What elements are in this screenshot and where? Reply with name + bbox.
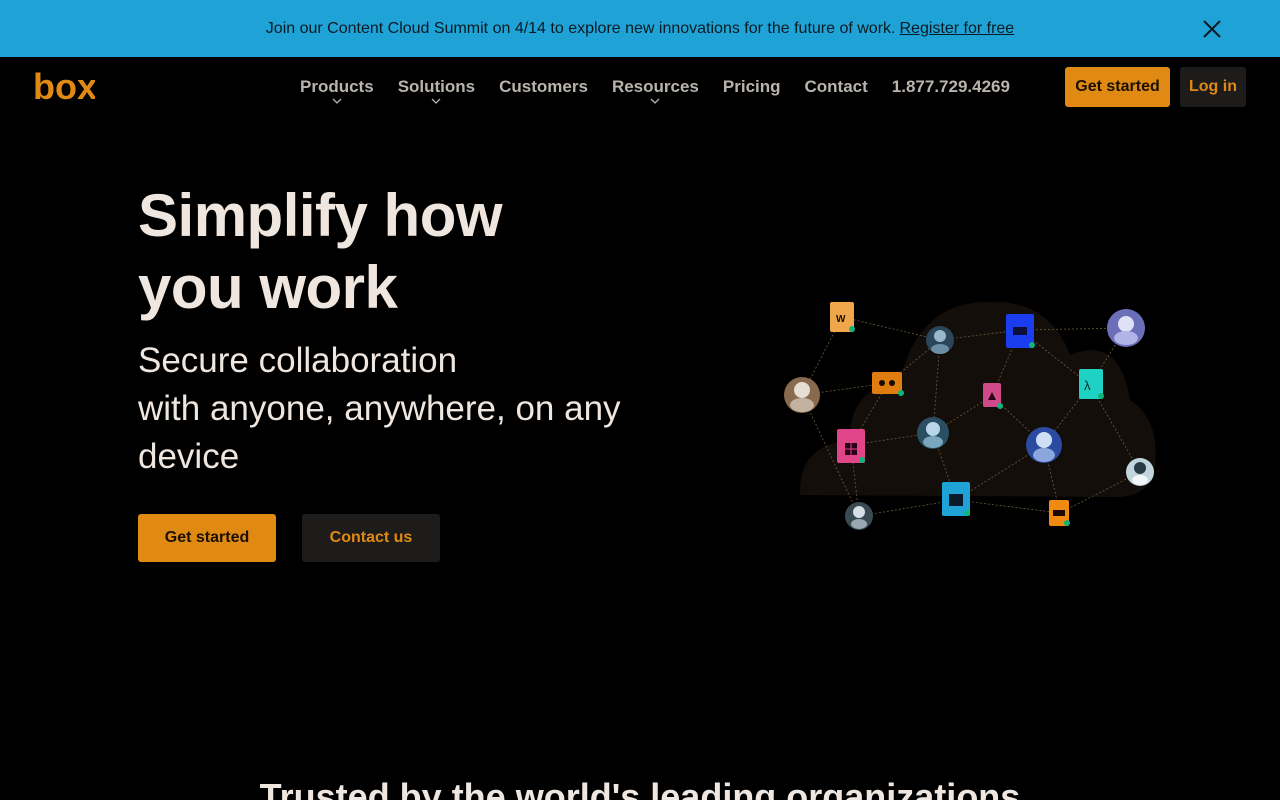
nav-solutions[interactable]: Solutions bbox=[386, 57, 487, 117]
hero-title: Simplify how you work bbox=[138, 180, 658, 324]
svg-text:W: W bbox=[836, 314, 846, 325]
nav-products-label: Products bbox=[300, 77, 374, 96]
hero-sub-line3: device bbox=[138, 437, 240, 476]
contact-us-button[interactable]: Contact us bbox=[302, 514, 440, 562]
word-file-icon: W bbox=[830, 302, 855, 332]
avatar bbox=[917, 417, 949, 449]
nav-pricing-label: Pricing bbox=[722, 77, 781, 96]
close-icon[interactable] bbox=[1200, 17, 1224, 41]
chevron-down-icon bbox=[431, 98, 441, 104]
nav-products[interactable]: Products bbox=[288, 57, 386, 117]
main-menu: Products Solutions Customers Resources P… bbox=[288, 57, 1022, 117]
image-file-icon bbox=[983, 383, 1003, 409]
chevron-down-icon bbox=[650, 98, 660, 104]
avatar bbox=[845, 502, 873, 530]
pdf-file-icon: λ bbox=[1079, 369, 1104, 399]
announcement-banner: Join our Content Cloud Summit on 4/14 to… bbox=[0, 0, 1280, 57]
hero-sub-line1: Secure collaboration bbox=[138, 341, 458, 380]
hero-title-line1: Simplify how bbox=[138, 182, 503, 249]
nav-contact-label: Contact bbox=[804, 77, 868, 96]
avatar bbox=[1126, 458, 1154, 486]
svg-text:λ: λ bbox=[1084, 378, 1091, 393]
nav-customers[interactable]: Customers bbox=[487, 57, 600, 117]
nav-phone-label: 1.877.729.4269 bbox=[891, 77, 1010, 96]
trusted-heading: Trusted by the world's leading organizat… bbox=[259, 776, 1021, 800]
docs-file-icon bbox=[942, 482, 970, 516]
avatar bbox=[784, 377, 820, 413]
avatar bbox=[1107, 309, 1145, 347]
keynote-file-icon bbox=[1006, 314, 1035, 348]
collaboration-network-illustration: W λ bbox=[784, 301, 1156, 530]
hero-title-line2: you work bbox=[138, 254, 398, 321]
avatar bbox=[926, 326, 954, 354]
log-in-button[interactable]: Log in bbox=[1180, 67, 1246, 107]
nav-resources-label: Resources bbox=[611, 77, 699, 96]
box-logo[interactable]: box bbox=[33, 69, 95, 105]
hero-subtitle: Secure collaboration with anyone, anywhe… bbox=[138, 337, 658, 481]
svg-text:box: box bbox=[33, 69, 95, 105]
banner-message: Join our Content Cloud Summit on 4/14 to… bbox=[265, 19, 896, 37]
spreadsheet-file-icon bbox=[837, 429, 865, 463]
shared-folder-icon bbox=[872, 372, 904, 396]
top-navigation: box Products Solutions Customers Resourc… bbox=[0, 57, 1280, 117]
avatar bbox=[1026, 427, 1062, 463]
hero-sub-line2: with anyone, anywhere, on any bbox=[138, 389, 621, 428]
hero-get-started-button[interactable]: Get started bbox=[138, 514, 276, 562]
chevron-down-icon bbox=[332, 98, 342, 104]
nav-get-started-button[interactable]: Get started bbox=[1065, 67, 1170, 107]
nav-phone[interactable]: 1.877.729.4269 bbox=[880, 57, 1022, 117]
nav-contact[interactable]: Contact bbox=[793, 57, 880, 117]
nav-solutions-label: Solutions bbox=[397, 77, 476, 96]
nav-customers-label: Customers bbox=[499, 77, 588, 96]
nav-pricing[interactable]: Pricing bbox=[711, 57, 793, 117]
nav-resources[interactable]: Resources bbox=[600, 57, 711, 117]
presentation-file-icon bbox=[1049, 500, 1070, 526]
register-link[interactable]: Register for free bbox=[899, 20, 1014, 38]
